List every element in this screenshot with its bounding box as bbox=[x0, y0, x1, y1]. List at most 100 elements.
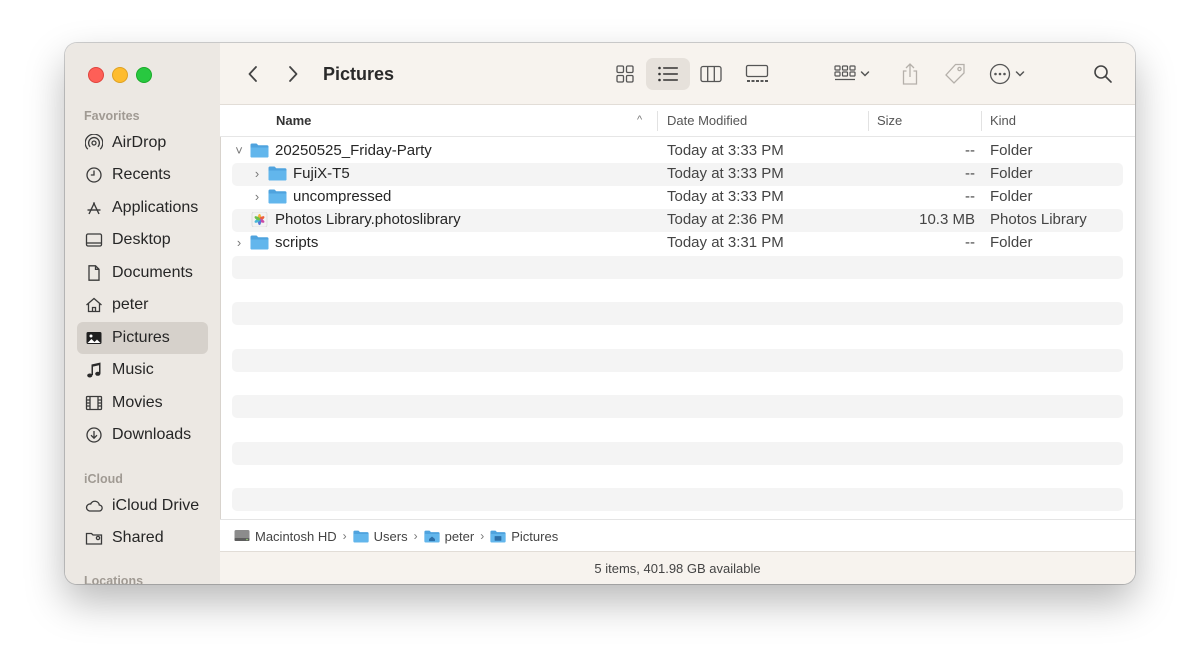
sidebar-item-airdrop[interactable]: AirDrop bbox=[77, 127, 208, 159]
applications-icon bbox=[85, 199, 103, 217]
chevron-right-icon bbox=[287, 65, 299, 83]
column-divider[interactable] bbox=[657, 111, 658, 131]
sidebar-item-movies[interactable]: Movies bbox=[77, 387, 208, 419]
file-list: ˅ 20250525_Friday-Party Today at 3:33 PM… bbox=[220, 137, 1135, 519]
file-row[interactable]: ˅ 20250525_Friday-Party Today at 3:33 PM… bbox=[232, 140, 1123, 163]
list-view-button[interactable] bbox=[646, 58, 690, 90]
disclosure-expanded-icon[interactable]: ˅ bbox=[232, 143, 246, 158]
share-button[interactable] bbox=[895, 58, 925, 90]
download-icon bbox=[85, 426, 103, 444]
sidebar-item-label: Documents bbox=[112, 264, 193, 281]
sidebar-heading-favorites: Favorites bbox=[84, 109, 140, 123]
sidebar-item-downloads[interactable]: Downloads bbox=[77, 419, 208, 451]
file-kind: Folder bbox=[990, 234, 1033, 251]
file-row[interactable]: › scripts Today at 3:31 PM -- Folder bbox=[232, 232, 1123, 255]
sidebar-item-shared[interactable]: Shared bbox=[77, 522, 208, 554]
file-name: FujiX-T5 bbox=[293, 165, 350, 182]
group-icon bbox=[834, 64, 856, 84]
ellipsis-circle-icon bbox=[989, 63, 1011, 85]
path-item-peter[interactable]: peter bbox=[424, 528, 475, 544]
disclosure-collapsed-icon[interactable]: › bbox=[250, 189, 264, 204]
column-header-date[interactable]: Date Modified bbox=[667, 113, 747, 128]
file-size: -- bbox=[965, 165, 975, 182]
file-name: Photos Library.photoslibrary bbox=[275, 211, 461, 228]
sidebar-item-documents[interactable]: Documents bbox=[77, 257, 208, 289]
file-row[interactable]: › FujiX-T5 Today at 3:33 PM -- Folder bbox=[232, 163, 1123, 186]
sidebar-item-pictures[interactable]: Pictures bbox=[77, 322, 208, 354]
column-divider[interactable] bbox=[981, 111, 982, 131]
disclosure-collapsed-icon[interactable]: › bbox=[250, 166, 264, 181]
column-header-size[interactable]: Size bbox=[877, 113, 902, 128]
clock-icon bbox=[85, 166, 103, 184]
sidebar-item-label: Applications bbox=[112, 199, 199, 216]
film-icon bbox=[85, 394, 103, 412]
folder-icon bbox=[268, 166, 287, 181]
path-item-users[interactable]: Users bbox=[353, 529, 408, 544]
file-kind: Photos Library bbox=[990, 211, 1087, 228]
column-view-button[interactable] bbox=[696, 59, 726, 89]
close-button[interactable] bbox=[88, 67, 104, 83]
sidebar-item-label: Desktop bbox=[112, 231, 171, 248]
file-kind: Folder bbox=[990, 165, 1033, 182]
file-name: uncompressed bbox=[293, 188, 392, 205]
column-divider[interactable] bbox=[868, 111, 869, 131]
icon-view-button[interactable] bbox=[610, 59, 640, 89]
sidebar-item-label: Downloads bbox=[112, 426, 192, 443]
sidebar-item-label: AirDrop bbox=[112, 134, 167, 151]
gallery-view-button[interactable] bbox=[740, 59, 774, 89]
home-folder-icon bbox=[424, 530, 440, 542]
file-size: -- bbox=[965, 142, 975, 159]
file-row[interactable]: Photos Library.photoslibrary Today at 2:… bbox=[232, 209, 1123, 232]
sidebar-item-desktop[interactable]: Desktop bbox=[77, 224, 208, 256]
columns-icon bbox=[700, 65, 722, 83]
document-icon bbox=[85, 264, 103, 282]
disclosure-collapsed-icon[interactable]: › bbox=[232, 235, 246, 250]
folder-icon bbox=[353, 530, 369, 542]
more-actions-button[interactable] bbox=[982, 58, 1032, 90]
sidebar-item-recents[interactable]: Recents bbox=[77, 159, 208, 191]
file-size: -- bbox=[965, 188, 975, 205]
shared-folder-icon bbox=[85, 529, 103, 547]
row-stripe bbox=[232, 302, 1123, 325]
forward-button[interactable] bbox=[280, 61, 306, 87]
file-row[interactable]: › uncompressed Today at 3:33 PM -- Folde… bbox=[232, 186, 1123, 209]
path-item-macintosh-hd[interactable]: Macintosh HD bbox=[234, 529, 337, 544]
sidebar-item-icloud-drive[interactable]: iCloud Drive bbox=[77, 490, 208, 522]
file-kind: Folder bbox=[990, 142, 1033, 159]
zoom-button[interactable] bbox=[136, 67, 152, 83]
search-icon bbox=[1093, 64, 1113, 84]
chevron-down-icon bbox=[1015, 70, 1025, 78]
back-button[interactable] bbox=[240, 61, 266, 87]
share-icon bbox=[900, 62, 920, 86]
sidebar-item-music[interactable]: Music bbox=[77, 354, 208, 386]
status-text: 5 items, 401.98 GB available bbox=[594, 561, 761, 576]
toolbar: Pictures bbox=[220, 43, 1135, 105]
path-item-label: peter bbox=[444, 528, 475, 544]
path-item-pictures[interactable]: Pictures bbox=[490, 529, 558, 544]
row-stripe bbox=[232, 256, 1123, 279]
search-button[interactable] bbox=[1088, 59, 1118, 89]
sort-ascending-icon: ^ bbox=[637, 114, 643, 126]
cloud-icon bbox=[85, 497, 103, 515]
column-header-name[interactable]: Name bbox=[276, 113, 311, 128]
file-date: Today at 2:36 PM bbox=[667, 211, 784, 228]
sidebar-item-label: peter bbox=[112, 296, 149, 313]
path-item-label: Pictures bbox=[511, 528, 559, 544]
path-item-label: Users bbox=[373, 528, 408, 544]
folder-icon bbox=[250, 235, 269, 250]
sidebar-heading-locations: Locations bbox=[84, 574, 144, 584]
tag-icon bbox=[943, 62, 967, 86]
tags-button[interactable] bbox=[938, 58, 972, 90]
column-header-kind[interactable]: Kind bbox=[990, 113, 1016, 128]
sidebar: Favorites AirDrop Recents Applications D… bbox=[65, 43, 221, 584]
sidebar-item-applications[interactable]: Applications bbox=[77, 192, 208, 224]
list-icon bbox=[657, 65, 679, 83]
window-title: Pictures bbox=[323, 64, 395, 84]
file-size: 10.3 MB bbox=[919, 211, 975, 228]
folder-icon bbox=[268, 189, 287, 204]
sidebar-item-home[interactable]: peter bbox=[77, 289, 208, 321]
minimize-button[interactable] bbox=[112, 67, 128, 83]
sidebar-item-label: Recents bbox=[112, 166, 171, 183]
file-name: scripts bbox=[275, 234, 319, 251]
group-by-button[interactable] bbox=[828, 59, 876, 89]
